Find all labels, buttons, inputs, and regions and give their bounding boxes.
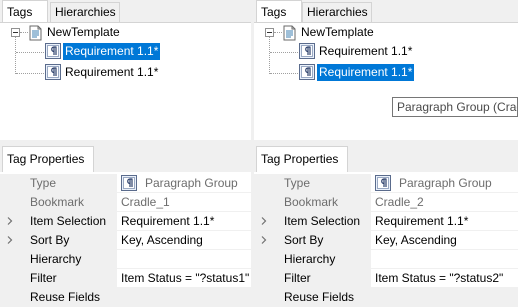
paragraph-group-icon	[121, 175, 137, 191]
property-grid: Type Paragraph Group Bookmark Cradle_2 I…	[254, 172, 518, 307]
property-name: Item Selection	[278, 212, 370, 231]
tree-view: NewTemplate Requirement 1.1* Requirement…	[254, 22, 518, 140]
property-row-reuse-fields[interactable]: Reuse Fields	[0, 288, 251, 307]
property-name: Sort By	[278, 231, 370, 250]
tree-line	[20, 32, 28, 33]
tooltip: Paragraph Group (Crad	[392, 97, 518, 117]
tree-line	[270, 73, 298, 74]
tabstrip: Tags Hierarchies	[254, 0, 518, 22]
property-name: Item Selection	[24, 212, 116, 231]
property-value[interactable]: Paragraph Group	[116, 174, 251, 193]
property-name: Sort By	[24, 231, 116, 250]
tree-node-requirement[interactable]: Requirement 1.1*	[317, 43, 414, 60]
tree-line	[269, 36, 270, 74]
property-value[interactable]: Item Status = "?status1"	[116, 269, 251, 288]
property-value[interactable]	[370, 250, 518, 269]
template-document-icon	[283, 25, 296, 41]
tree-node-requirement[interactable]: Requirement 1.1*	[63, 64, 160, 81]
tree-node-requirement[interactable]: Requirement 1.1*	[317, 64, 415, 81]
template-document-icon	[29, 25, 42, 41]
property-value[interactable]	[116, 250, 251, 269]
property-name: Filter	[278, 269, 370, 288]
property-name: Type	[278, 174, 370, 193]
property-name: Reuse Fields	[24, 288, 116, 307]
property-row-item-selection[interactable]: Item Selection Requirement 1.1*	[254, 212, 518, 231]
tab-tags[interactable]: Tags	[2, 0, 48, 22]
tree-line	[15, 36, 16, 74]
tree-line	[16, 52, 44, 53]
tab-hierarchies[interactable]: Hierarchies	[302, 2, 372, 22]
tags-pane-right: Tags Hierarchies NewTemplate Requirement…	[254, 0, 518, 140]
property-name: Reuse Fields	[278, 288, 370, 307]
expand-arrow-icon[interactable]	[7, 236, 13, 244]
property-value[interactable]: Item Status = "?status2"	[370, 269, 518, 288]
property-row-bookmark[interactable]: Bookmark Cradle_1	[0, 193, 251, 212]
property-name: Type	[24, 174, 116, 193]
tabstrip: Tags Hierarchies	[0, 0, 251, 22]
tag-properties-pane-left: Tag Properties Type Paragraph Group Book…	[0, 144, 251, 307]
tree-line	[274, 32, 282, 33]
tree-node-newtemplate[interactable]: NewTemplate	[45, 24, 122, 41]
paragraph-group-icon	[375, 175, 391, 191]
paragraph-group-icon	[45, 64, 61, 80]
property-row-type[interactable]: Type Paragraph Group	[0, 174, 251, 193]
tree-view: NewTemplate Requirement 1.1* Requirement…	[0, 22, 251, 140]
collapse-toggle[interactable]	[265, 28, 274, 37]
property-value[interactable]: Cradle_1	[116, 193, 251, 212]
property-name: Bookmark	[278, 193, 370, 212]
tab-tag-properties[interactable]: Tag Properties	[256, 146, 348, 172]
property-row-item-selection[interactable]: Item Selection Requirement 1.1*	[0, 212, 251, 231]
property-value[interactable]	[116, 288, 251, 307]
tabstrip: Tag Properties	[254, 144, 518, 172]
property-row-hierarchy[interactable]: Hierarchy	[254, 250, 518, 269]
property-value[interactable]: Key, Ascending	[370, 231, 518, 250]
property-row-reuse-fields[interactable]: Reuse Fields	[254, 288, 518, 307]
paragraph-group-icon	[299, 43, 315, 59]
property-value[interactable]: Requirement 1.1*	[370, 212, 518, 231]
property-name: Hierarchy	[278, 250, 370, 269]
tab-hierarchies[interactable]: Hierarchies	[50, 2, 120, 22]
tree-line	[270, 52, 298, 53]
tabstrip: Tag Properties	[0, 144, 251, 172]
property-value[interactable]: Cradle_2	[370, 193, 518, 212]
expand-arrow-icon[interactable]	[261, 217, 267, 225]
tree-line	[16, 73, 44, 74]
property-row-hierarchy[interactable]: Hierarchy	[0, 250, 251, 269]
property-name: Filter	[24, 269, 116, 288]
property-row-filter[interactable]: Filter Item Status = "?status2"	[254, 269, 518, 288]
property-value[interactable]: Paragraph Group	[370, 174, 518, 193]
expand-arrow-icon[interactable]	[261, 236, 267, 244]
property-name: Bookmark	[24, 193, 116, 212]
property-row-sort-by[interactable]: Sort By Key, Ascending	[0, 231, 251, 250]
property-grid: Type Paragraph Group Bookmark Cradle_1 I…	[0, 172, 251, 307]
collapse-toggle[interactable]	[11, 28, 20, 37]
property-value[interactable]: Key, Ascending	[116, 231, 251, 250]
property-row-sort-by[interactable]: Sort By Key, Ascending	[254, 231, 518, 250]
tree-node-newtemplate[interactable]: NewTemplate	[299, 24, 376, 41]
tag-properties-pane-right: Tag Properties Type Paragraph Group Book…	[254, 144, 518, 307]
property-value[interactable]: Requirement 1.1*	[116, 212, 251, 231]
tab-tag-properties[interactable]: Tag Properties	[2, 146, 94, 172]
expand-arrow-icon[interactable]	[7, 217, 13, 225]
tags-pane-left: Tags Hierarchies NewTemplate Requirement…	[0, 0, 251, 140]
property-row-type[interactable]: Type Paragraph Group	[254, 174, 518, 193]
paragraph-group-icon	[299, 64, 315, 80]
property-row-filter[interactable]: Filter Item Status = "?status1"	[0, 269, 251, 288]
property-name: Hierarchy	[24, 250, 116, 269]
paragraph-group-icon	[45, 43, 61, 59]
property-value[interactable]	[370, 288, 518, 307]
tree-node-requirement[interactable]: Requirement 1.1*	[63, 43, 161, 60]
property-row-bookmark[interactable]: Bookmark Cradle_2	[254, 193, 518, 212]
tab-tags[interactable]: Tags	[256, 0, 302, 22]
